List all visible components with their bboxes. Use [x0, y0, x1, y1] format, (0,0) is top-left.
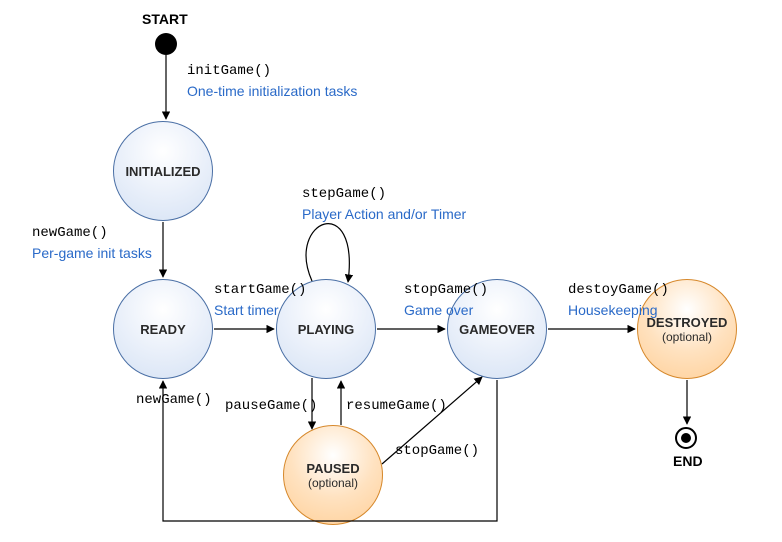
state-diagram: START INITIALIZED READY PLAYING GAMEOVER…: [0, 0, 782, 542]
state-ready: READY: [113, 279, 213, 379]
state-destroyed-label: DESTROYED: [647, 315, 728, 330]
edge-startgame-desc: Start timer: [214, 302, 279, 318]
edge-initgame-label: initGame(): [187, 63, 271, 79]
state-paused-optional: (optional): [308, 476, 358, 490]
state-ready-label: READY: [140, 322, 186, 337]
edge-stepgame-desc: Player Action and/or Timer: [302, 206, 466, 222]
state-destroyed-optional: (optional): [662, 330, 712, 344]
start-node: [155, 33, 177, 55]
end-node: [675, 427, 697, 449]
start-label: START: [142, 11, 188, 27]
state-initialized: INITIALIZED: [113, 121, 213, 221]
edge-stopgame-label: stopGame(): [404, 282, 488, 298]
edge-startgame-label: startGame(): [214, 282, 306, 298]
edge-destroygame-label: destoyGame(): [568, 282, 669, 298]
state-paused-label: PAUSED: [306, 461, 359, 476]
arrows-layer: [0, 0, 782, 542]
edge-newgame2-label: newGame(): [136, 392, 212, 408]
edge-stopgame-desc: Game over: [404, 302, 473, 318]
state-initialized-label: INITIALIZED: [125, 164, 200, 179]
edge-destroygame-desc: Housekeeping: [568, 302, 658, 318]
edge-initgame-desc: One-time initialization tasks: [187, 83, 357, 99]
edge-resumegame-label: resumeGame(): [346, 398, 447, 414]
edge-stopgame2-label: stopGame(): [395, 443, 479, 459]
edge-stepgame-label: stepGame(): [302, 186, 386, 202]
end-label: END: [673, 453, 703, 469]
edge-newgame-desc: Per-game init tasks: [32, 245, 152, 261]
state-paused: PAUSED (optional): [283, 425, 383, 525]
edge-pausegame-label: pauseGame(): [225, 398, 317, 414]
state-gameover-label: GAMEOVER: [459, 322, 535, 337]
edge-newgame-label: newGame(): [32, 225, 108, 241]
state-playing-label: PLAYING: [298, 322, 355, 337]
